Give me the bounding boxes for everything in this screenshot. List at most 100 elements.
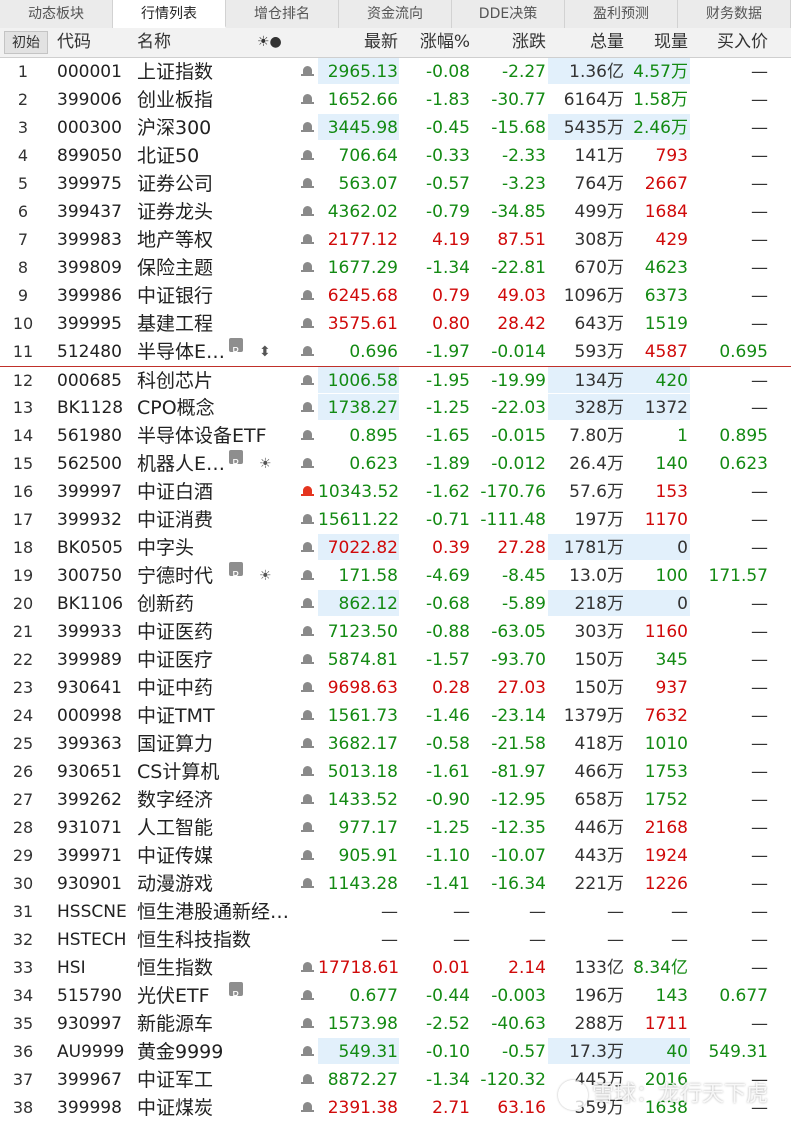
stock-name[interactable]: 科创芯片 (137, 367, 297, 395)
stock-name[interactable]: 动漫游戏 (137, 870, 297, 898)
stock-name[interactable]: 机器人E… (137, 450, 297, 478)
table-row[interactable]: 18 BK0505 中字头 7022.82 0.39 27.28 1781万 0 — (0, 534, 791, 562)
stock-code[interactable]: 000300 (57, 114, 122, 142)
stock-name[interactable]: 数字经济 (137, 786, 297, 814)
stock-name[interactable]: 中证医疗 (137, 646, 297, 674)
stock-name[interactable]: 中证中药 (137, 674, 297, 702)
stock-name[interactable]: 沪深300 (137, 114, 297, 142)
alert-bell-icon[interactable] (301, 870, 315, 898)
column-pct[interactable]: 涨幅% (404, 28, 470, 57)
column-vol[interactable]: 总量 (550, 28, 624, 57)
alert-bell-icon[interactable] (301, 730, 315, 758)
stock-code[interactable]: 399809 (57, 254, 122, 282)
tab-6[interactable]: 财务数据 (678, 0, 791, 28)
alert-bell-icon[interactable] (301, 814, 315, 842)
stock-code[interactable]: 000998 (57, 702, 122, 730)
alert-bell-icon[interactable] (301, 86, 315, 114)
stock-name[interactable]: 人工智能 (137, 814, 297, 842)
stock-code[interactable]: 512480 (57, 338, 122, 366)
stock-code[interactable]: 399995 (57, 310, 122, 338)
stock-code[interactable]: BK1106 (57, 590, 123, 618)
table-row[interactable]: 35 930997 新能源车 1573.98 -2.52 -40.63 288万 1711 — (0, 1010, 791, 1038)
stock-code[interactable]: BK0505 (57, 534, 123, 562)
stock-name[interactable]: 证券龙头 (137, 198, 297, 226)
stock-code[interactable]: AU9999 (57, 1038, 124, 1066)
tab-1[interactable]: 行情列表 (113, 0, 226, 28)
column-icons[interactable]: ☀● (257, 28, 282, 57)
column-name[interactable]: 名称 (137, 28, 171, 57)
table-row[interactable]: 29 399971 中证传媒 905.91 -1.10 -10.07 443万 1924 — (0, 842, 791, 870)
stock-name[interactable]: 中证军工 (137, 1066, 297, 1094)
column-last[interactable]: 最新 (318, 28, 398, 57)
table-row[interactable]: 28 931071 人工智能 977.17 -1.25 -12.35 446万 2168 — (0, 814, 791, 842)
table-row[interactable]: 33 HSI 恒生指数 17718.61 0.01 2.14 133亿 8.34亿 — (0, 954, 791, 982)
alert-bell-icon[interactable] (301, 646, 315, 674)
stock-code[interactable]: 930997 (57, 1010, 122, 1038)
table-row[interactable]: 36 AU9999 黄金9999 549.31 -0.10 -0.57 17.3万 40 549… (0, 1038, 791, 1066)
table-row[interactable]: 8 399809 保险主题 1677.29 -1.34 -22.81 670万 4623 — (0, 254, 791, 282)
stock-code[interactable]: 930651 (57, 758, 122, 786)
stock-name[interactable]: 地产等权 (137, 226, 297, 254)
tab-3[interactable]: 资金流向 (339, 0, 452, 28)
table-row[interactable]: 3 000300 沪深300 3445.98 -0.45 -15.68 5435万 2.46万… (0, 114, 791, 142)
stock-code[interactable]: BK1128 (57, 394, 123, 422)
stock-name[interactable]: 光伏ETF (137, 982, 297, 1010)
table-row[interactable]: 6 399437 证券龙头 4362.02 -0.79 -34.85 499万 1684 — (0, 198, 791, 226)
table-row[interactable]: 10 399995 基建工程 3575.61 0.80 28.42 643万 1519 — (0, 310, 791, 338)
stock-code[interactable]: 931071 (57, 814, 122, 842)
stock-code[interactable]: 930901 (57, 870, 122, 898)
stock-code[interactable]: 000001 (57, 58, 122, 86)
stock-name[interactable]: 恒生科技指数 (137, 926, 297, 954)
alert-bell-icon[interactable] (301, 562, 315, 590)
stock-code[interactable]: 399997 (57, 478, 122, 506)
reset-sort-button[interactable]: 初始 (4, 31, 48, 54)
stock-name[interactable]: 中字头 (137, 534, 297, 562)
alert-bell-icon[interactable] (301, 142, 315, 170)
alert-bell-icon[interactable] (301, 338, 315, 366)
table-row[interactable]: 32 HSTECH 恒生科技指数 — — — — — — (0, 926, 791, 954)
stock-code[interactable]: 899050 (57, 142, 122, 170)
stock-name[interactable]: 创新药 (137, 590, 297, 618)
stock-name[interactable]: 宁德时代 (137, 562, 297, 590)
table-row[interactable]: 9 399986 中证银行 6245.68 0.79 49.03 1096万 6373 — (0, 282, 791, 310)
stock-name[interactable]: 中证传媒 (137, 842, 297, 870)
table-row[interactable]: 12 000685 科创芯片 1006.58 -1.95 -19.99 134万 420 — (0, 366, 791, 394)
stock-code[interactable]: HSI (57, 954, 86, 982)
table-row[interactable]: 1 000001 上证指数 2965.13 -0.08 -2.27 1.36亿 4.57万 — (0, 58, 791, 86)
table-row[interactable]: 24 000998 中证TMT 1561.73 -1.46 -23.14 1379万 7632… (0, 702, 791, 730)
stock-name[interactable]: 中证白酒 (137, 478, 297, 506)
stock-name[interactable]: CPO概念 (137, 394, 297, 422)
table-row[interactable]: 34 515790 光伏ETF R 0.677 -0.44 -0.003 196万 143 0.6… (0, 982, 791, 1010)
stock-name[interactable]: 上证指数 (137, 58, 297, 86)
stock-code[interactable]: 399971 (57, 842, 122, 870)
alert-bell-icon[interactable] (301, 226, 315, 254)
alert-bell-icon[interactable] (301, 1066, 315, 1094)
alert-bell-icon[interactable] (301, 450, 315, 478)
stock-code[interactable]: 399006 (57, 86, 122, 114)
alert-bell-icon[interactable] (301, 786, 315, 814)
stock-code[interactable]: 930641 (57, 674, 122, 702)
table-row[interactable]: 30 930901 动漫游戏 1143.28 -1.41 -16.34 221万 1226 — (0, 870, 791, 898)
alert-bell-icon[interactable] (301, 254, 315, 282)
stock-name[interactable]: 半导体E… (137, 338, 297, 366)
stock-code[interactable]: 399363 (57, 730, 122, 758)
table-row[interactable]: 15 562500 机器人E… R ☀ 0.623 -1.89 -0.012 26.4万 140 0… (0, 450, 791, 478)
table-row[interactable]: 25 399363 国证算力 3682.17 -0.58 -21.58 418万 1010 — (0, 730, 791, 758)
table-row[interactable]: 20 BK1106 创新药 862.12 -0.68 -5.89 218万 0 — (0, 590, 791, 618)
table-row[interactable]: 11 512480 半导体E… R ⬍ 0.696 -1.97 -0.014 593万 4587 0… (0, 338, 791, 366)
stock-code[interactable]: HSTECH (57, 926, 126, 954)
alert-bell-icon[interactable] (301, 842, 315, 870)
stock-code[interactable]: 399262 (57, 786, 122, 814)
alert-bell-icon[interactable] (301, 114, 315, 142)
alert-bell-icon[interactable] (301, 506, 315, 534)
table-row[interactable]: 7 399983 地产等权 2177.12 4.19 87.51 308万 429 — (0, 226, 791, 254)
alert-bell-icon[interactable] (301, 478, 315, 506)
stock-name[interactable]: 创业板指 (137, 86, 297, 114)
stock-code[interactable]: 399989 (57, 646, 122, 674)
table-row[interactable]: 26 930651 CS计算机 5013.18 -1.61 -81.97 466万 1753 — (0, 758, 791, 786)
alert-bell-icon[interactable] (301, 1010, 315, 1038)
tab-2[interactable]: 增仓排名 (226, 0, 339, 28)
table-row[interactable]: 27 399262 数字经济 1433.52 -0.90 -12.95 658万 1752 — (0, 786, 791, 814)
stock-code[interactable]: 561980 (57, 422, 122, 450)
alert-bell-icon[interactable] (301, 170, 315, 198)
